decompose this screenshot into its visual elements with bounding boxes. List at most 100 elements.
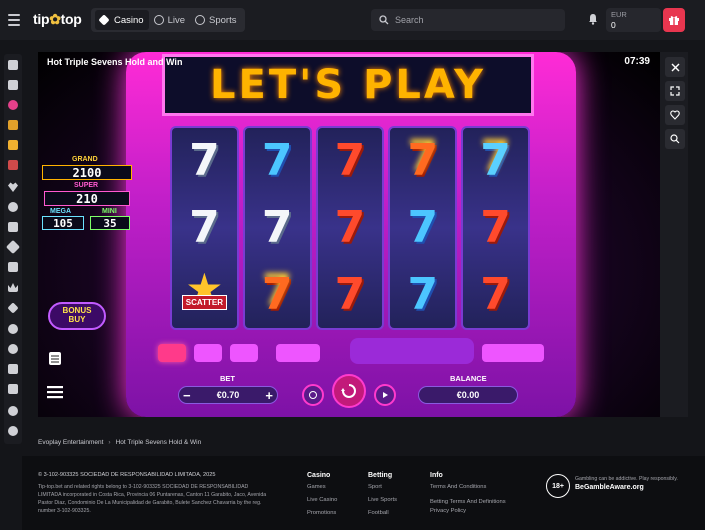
turbo-button[interactable] bbox=[374, 384, 396, 406]
close-button[interactable] bbox=[665, 57, 685, 77]
ball-icon[interactable] bbox=[8, 100, 18, 110]
rocket-icon[interactable] bbox=[8, 60, 18, 70]
reel: 7 7 SCATTER bbox=[170, 126, 239, 330]
game-search-button[interactable] bbox=[665, 129, 685, 149]
control-pad bbox=[230, 344, 258, 362]
autoplay-button[interactable] bbox=[302, 384, 324, 406]
fullscreen-button[interactable] bbox=[665, 81, 685, 101]
spin-icon bbox=[341, 384, 356, 398]
reel: 7 7 7 bbox=[461, 126, 530, 330]
footer-link-sport[interactable]: Sport bbox=[368, 484, 397, 491]
seven-symbol-red: 7 bbox=[480, 268, 511, 320]
footer-heading: Betting bbox=[368, 472, 393, 479]
broadcast-icon[interactable] bbox=[8, 364, 18, 374]
controller-icon[interactable] bbox=[8, 160, 18, 170]
globe-icon[interactable] bbox=[8, 426, 18, 436]
game-menu-icon[interactable] bbox=[47, 385, 63, 399]
chat-icon[interactable] bbox=[8, 406, 18, 416]
close-icon bbox=[671, 63, 679, 71]
footer-link-privacy[interactable]: Privacy Policy bbox=[430, 508, 510, 515]
reel: 7 7 7 bbox=[315, 126, 385, 330]
search-icon bbox=[379, 15, 389, 25]
wallet-balance[interactable]: EUR 0 bbox=[606, 8, 661, 32]
logo[interactable]: tip✿top bbox=[33, 11, 82, 28]
footer-column-info: Info Terms And Conditions Betting Terms … bbox=[430, 472, 510, 522]
bonus-buy-button[interactable]: BONUS BUY bbox=[48, 302, 106, 330]
footer-link-terms[interactable]: Terms And Conditions bbox=[430, 484, 510, 491]
control-pad bbox=[482, 344, 544, 362]
tab-casino[interactable]: Casino bbox=[95, 10, 149, 30]
breadcrumb-provider[interactable]: Evoplay Entertainment bbox=[38, 439, 103, 446]
bet-value: €0.70 bbox=[216, 390, 240, 400]
document-icon[interactable] bbox=[8, 222, 18, 232]
legal-text: © 3-102-903325 SOCIEDAD DE RESPONSABILID… bbox=[38, 471, 268, 515]
chips-icon[interactable] bbox=[8, 384, 18, 394]
legal-title: © 3-102-903325 SOCIEDAD DE RESPONSABILID… bbox=[38, 472, 216, 478]
seven-symbol-white: 7 bbox=[189, 201, 220, 253]
bonus-buy-line2: BUY bbox=[68, 315, 86, 324]
heart-icon[interactable] bbox=[8, 182, 18, 192]
seven-symbol-fire: 7 bbox=[261, 268, 293, 320]
balance-label: BALANCE bbox=[450, 374, 487, 383]
footer-link-football[interactable]: Football bbox=[368, 510, 397, 517]
balance-amount: 0 bbox=[611, 20, 616, 30]
trophy-icon[interactable] bbox=[8, 140, 18, 150]
logo-text: tip bbox=[33, 11, 50, 27]
ticket-icon[interactable] bbox=[8, 120, 18, 130]
seven-symbol-blue: 7 bbox=[261, 135, 293, 187]
nav-tabs: Casino Live Sports bbox=[91, 8, 246, 32]
footer-link-promotions[interactable]: Promotions bbox=[307, 510, 337, 517]
crown-icon[interactable] bbox=[8, 283, 18, 292]
jackpot-mega-value: 105 bbox=[42, 216, 84, 230]
breadcrumb-separator-icon: › bbox=[108, 439, 111, 446]
seven-symbol-blue: 7 bbox=[407, 268, 439, 320]
heart-icon bbox=[670, 110, 680, 120]
tag-icon[interactable] bbox=[5, 239, 21, 255]
tab-sports[interactable]: Sports bbox=[190, 10, 241, 30]
sidebar bbox=[4, 54, 22, 444]
cards-icon[interactable] bbox=[8, 262, 18, 272]
footer-column-betting: Betting Sport Live Sports Football bbox=[368, 472, 397, 523]
spin-button[interactable] bbox=[332, 374, 366, 408]
roulette-icon[interactable] bbox=[8, 344, 18, 354]
logo-text-accent: top bbox=[60, 11, 82, 27]
top-bar: tip✿top Casino Live Sports EUR 0 bbox=[0, 0, 705, 40]
footer: © 3-102-903325 SOCIEDAD DE RESPONSABILID… bbox=[22, 456, 705, 530]
tab-live[interactable]: Live bbox=[149, 10, 190, 30]
sword-icon[interactable] bbox=[8, 80, 18, 90]
menu-icon[interactable] bbox=[8, 14, 20, 26]
reels: 7 7 SCATTER 7 7 7 7 7 7 7 7 7 7 7 7 bbox=[170, 126, 530, 330]
search-box[interactable] bbox=[371, 9, 565, 31]
scatter-symbol: SCATTER bbox=[179, 272, 229, 317]
game-toolbar bbox=[665, 57, 685, 149]
favorite-button[interactable] bbox=[665, 105, 685, 125]
bottom-controls: BET − €0.70 + BALANCE €0.00 bbox=[178, 374, 520, 408]
search-input[interactable] bbox=[395, 15, 545, 25]
footer-link-games[interactable]: Games bbox=[307, 484, 337, 491]
diamond-icon[interactable] bbox=[7, 302, 19, 314]
seven-symbol-blue: 7 bbox=[407, 201, 439, 253]
bet-decrease-button[interactable]: − bbox=[183, 388, 191, 403]
target-icon[interactable] bbox=[8, 324, 18, 334]
seven-symbol-red: 7 bbox=[480, 201, 511, 253]
bet-increase-button[interactable]: + bbox=[265, 388, 273, 403]
control-pad bbox=[194, 344, 222, 362]
live-icon bbox=[153, 15, 164, 25]
clock-icon[interactable] bbox=[8, 202, 18, 212]
begambleaware-logo[interactable]: BeGambleAware.org bbox=[575, 484, 644, 491]
gift-button[interactable] bbox=[663, 8, 685, 32]
game-canvas[interactable]: LET'S PLAY Hot Triple Sevens Hold and Wi… bbox=[38, 52, 660, 417]
breadcrumb: Evoplay Entertainment › Hot Triple Seven… bbox=[38, 439, 201, 446]
bet-control: − €0.70 + bbox=[178, 386, 278, 404]
ball-icon bbox=[195, 15, 206, 25]
paytable-icon[interactable] bbox=[47, 350, 63, 366]
bell-icon[interactable] bbox=[588, 13, 598, 25]
seven-symbol-red: 7 bbox=[334, 135, 366, 187]
fullscreen-icon bbox=[670, 86, 680, 96]
footer-link-live-casino[interactable]: Live Casino bbox=[307, 497, 337, 504]
marquee: LET'S PLAY bbox=[162, 54, 534, 116]
search-icon bbox=[670, 134, 680, 144]
jackpot-grand-value: 2100 bbox=[42, 165, 132, 180]
footer-link-live-sports[interactable]: Live Sports bbox=[368, 497, 397, 504]
footer-link-betting-terms[interactable]: Betting Terms And Definitions bbox=[430, 498, 510, 506]
